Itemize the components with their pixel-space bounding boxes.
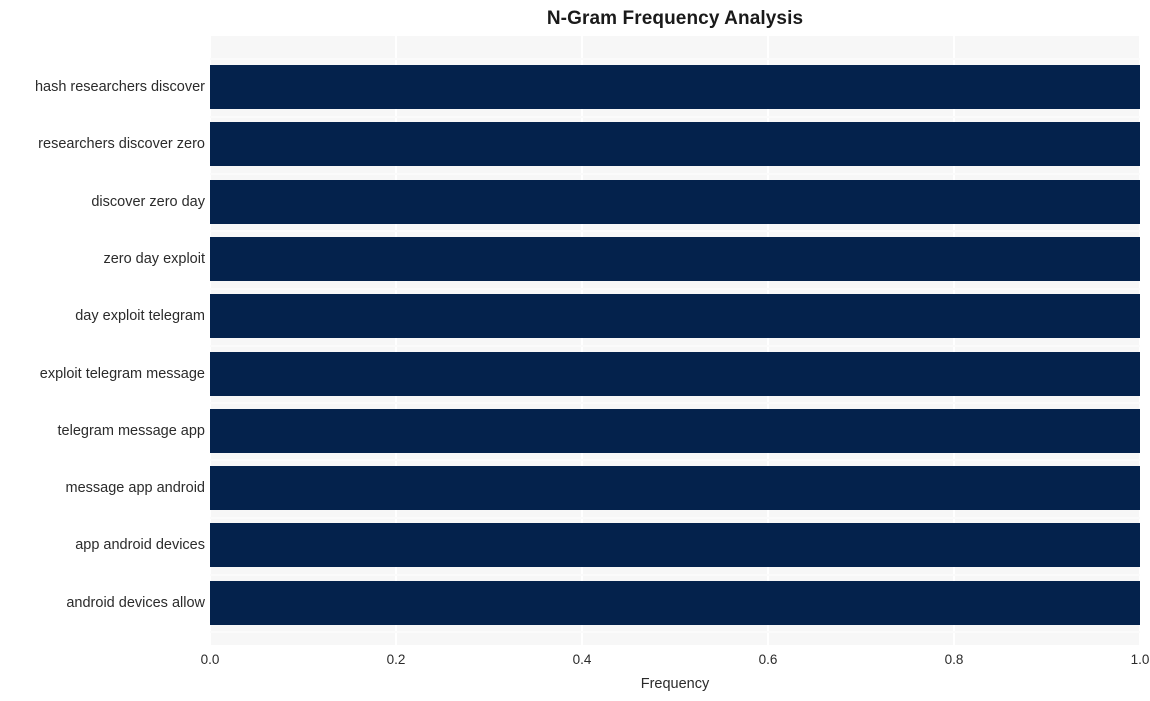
bar[interactable] — [210, 122, 1140, 167]
y-axis-tick-label: app android devices — [75, 537, 205, 554]
bar[interactable] — [210, 466, 1140, 511]
y-gridline — [210, 344, 1140, 347]
y-gridline — [210, 631, 1140, 634]
chart-title: N-Gram Frequency Analysis — [546, 8, 804, 29]
x-axis-tick-label: 0.4 — [572, 652, 592, 667]
bar[interactable] — [210, 408, 1140, 453]
x-axis-tick-label: 1.0 — [1130, 652, 1150, 667]
y-axis-tick-label: hash researchers discover — [34, 79, 205, 95]
y-axis-tick-label: discover zero day — [91, 193, 205, 210]
bar[interactable] — [210, 294, 1140, 339]
y-gridline — [210, 287, 1140, 290]
y-axis-tick-label: zero day exploit — [103, 250, 205, 267]
x-axis-tick-label: 0.6 — [758, 652, 778, 667]
y-gridline — [210, 516, 1140, 519]
x-axis-label: Frequency — [640, 676, 710, 692]
y-gridline — [210, 402, 1140, 405]
y-gridline — [210, 172, 1140, 175]
ngram-frequency-chart: N-Gram Frequency Analysis hash researche… — [0, 0, 1150, 701]
y-axis-tick-label: message app android — [65, 480, 205, 497]
x-axis-tick-label: 0.2 — [386, 652, 406, 667]
bar[interactable] — [210, 236, 1140, 281]
y-gridline — [210, 459, 1140, 462]
y-axis-tick-label: day exploit telegram — [75, 308, 205, 325]
bar[interactable] — [210, 580, 1140, 625]
y-axis-tick-label: android devices allow — [66, 594, 205, 611]
x-axis-tick-label: 0.8 — [944, 652, 964, 667]
y-gridline — [210, 58, 1140, 61]
y-gridline — [210, 574, 1140, 577]
y-gridline — [210, 230, 1140, 233]
bar[interactable] — [210, 179, 1140, 224]
y-axis-tick-label: telegram message app — [57, 422, 206, 439]
y-axis-tick-labels: hash researchers discover researchers dis… — [0, 36, 205, 645]
x-axis-tick-labels: 0.0 0.2 0.4 0.6 0.8 1.0 — [201, 651, 1150, 671]
y-axis-tick-label: researchers discover zero — [38, 136, 205, 153]
x-axis-tick-label: 0.0 — [200, 652, 220, 667]
y-gridline — [210, 115, 1140, 118]
plot-area — [210, 36, 1140, 645]
bar[interactable] — [210, 523, 1140, 568]
bar[interactable] — [210, 65, 1140, 109]
y-axis-tick-label: exploit telegram message — [39, 365, 205, 382]
bar[interactable] — [210, 351, 1140, 396]
